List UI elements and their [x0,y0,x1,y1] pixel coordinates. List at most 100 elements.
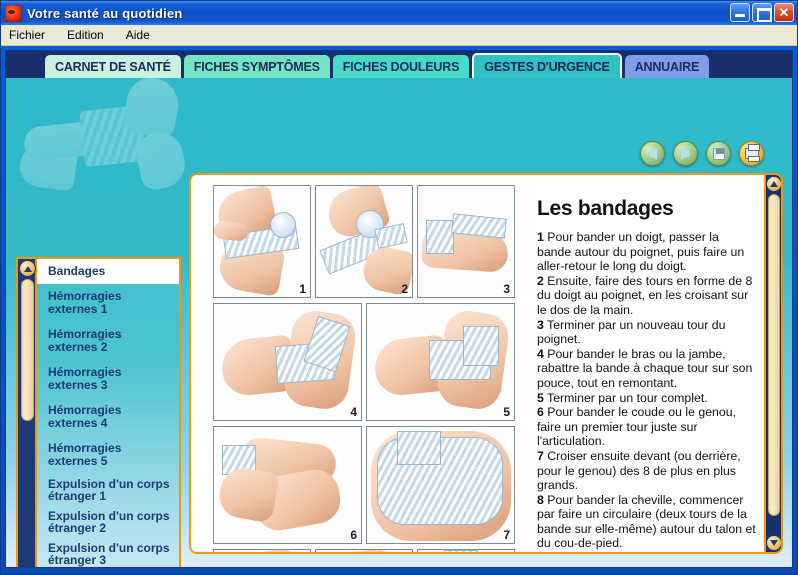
forward-button[interactable] [673,141,698,166]
minimize-button[interactable] [730,3,750,22]
sidebar-item-hemorragies-externes-2[interactable]: Hémorragies externes 2 [37,322,179,360]
step-7: 7 Croiser ensuite devant (ou derrière, p… [537,449,756,493]
step-text: Croiser ensuite devant (ou derrière, pou… [537,448,741,493]
figure-number: 7 [503,528,510,542]
figure-7[interactable]: 7 [366,426,515,544]
step-number: 4 [537,346,544,361]
bandage-photo [17,78,205,190]
step-text: Croiser ensuite des 8 devant, tout en re… [537,551,748,552]
step-number: 6 [537,405,544,420]
save-button[interactable] [706,141,731,166]
step-8: 8 Pour bander la cheville, commencer par… [537,493,756,551]
application-window: Votre santé au quotidien Fichier Edition… [0,0,798,575]
figure-number: 5 [503,405,510,419]
sidebar-scroll-up-button[interactable] [19,260,36,277]
navigation-toolbar [640,141,764,166]
tab-fiches-symptomes[interactable]: FICHES SYMPTÔMES [183,55,330,78]
content-panel: 1 2 3 4 5 6 7 Les bandages 1 Pour bander… [189,173,783,554]
step-4: 4 Pour bander le bras ou la jambe, rabat… [537,347,756,391]
chevron-up-icon [770,181,778,187]
figure-2[interactable]: 2 [315,185,413,298]
step-text: Terminer par un tour complet. [547,390,708,405]
step-1: 1 Pour bander un doigt, passer la bande … [537,230,756,274]
sidebar-item-expulsion-corps-etranger-2[interactable]: Expulsion d'un corps étranger 2 [37,506,179,538]
arrow-right-icon [681,147,690,160]
window-title: Votre santé au quotidien [27,5,183,21]
instruction-steps: 1 Pour bander un doigt, passer la bande … [537,230,756,552]
sidebar-list: Bandages Hémorragies externes 1 Hémorrag… [37,259,179,567]
app-panel: CARNET DE SANTÉ FICHES SYMPTÔMES FICHES … [5,50,793,568]
step-number: 9 [537,551,544,552]
step-number: 7 [537,448,544,463]
page-title: Les bandages [537,197,674,220]
step-6: 6 Pour bander le coude ou le genou, fair… [537,405,756,449]
title-bar: Votre santé au quotidien [1,1,797,25]
figure-1[interactable]: 1 [213,185,311,298]
figure-3[interactable]: 3 [417,185,515,298]
floppy-disk-icon [712,147,725,160]
step-2: 2 Ensuite, faire des tours en forme de 8… [537,274,756,318]
tab-carnet-de-sante[interactable]: CARNET DE SANTÉ [45,55,181,78]
figure-grid: 1 2 3 4 5 6 7 [213,185,529,552]
menu-item-edition[interactable]: Edition [67,26,115,44]
step-text: Pour bander la cheville, commencer par f… [537,492,756,551]
step-text: Pour bander le bras ou la jambe, rabattr… [537,346,753,390]
sidebar-scrollbar-thumb[interactable] [21,279,34,421]
content-scroll-up-button[interactable] [766,176,781,192]
app-icon [5,4,22,22]
menu-item-fichier[interactable]: Fichier [9,26,56,44]
figure-number: 3 [503,282,510,296]
tab-bar: CARNET DE SANTÉ FICHES SYMPTÔMES FICHES … [6,51,792,78]
window-client-area: CARNET DE SANTÉ FICHES SYMPTÔMES FICHES … [1,46,797,574]
figure-number: 2 [401,282,408,296]
step-text: Ensuite, faire des tours en forme de 8 d… [537,273,753,317]
menu-item-aide[interactable]: Aide [126,26,161,44]
content-scrollbar-thumb[interactable] [768,194,780,516]
topic-sidebar: Bandages Hémorragies externes 1 Hémorrag… [16,257,181,567]
content-scroll-down-button[interactable] [766,535,781,551]
tab-fiches-douleurs[interactable]: FICHES DOULEURS [332,55,470,78]
sidebar-item-expulsion-corps-etranger-1[interactable]: Expulsion d'un corps étranger 1 [37,474,179,506]
figure-9[interactable] [315,549,413,552]
sidebar-scrollbar[interactable] [18,259,37,567]
figure-6[interactable]: 6 [213,426,362,544]
content-inner: 1 2 3 4 5 6 7 Les bandages 1 Pour bander… [191,175,764,552]
chevron-up-icon [23,265,32,272]
arrow-left-icon [648,147,657,160]
menu-bar: Fichier Edition Aide [1,25,797,46]
step-number: 5 [537,390,544,405]
content-scrollbar[interactable] [764,175,781,552]
step-text: Pour bander un doigt, passer la bande au… [537,230,745,274]
figure-8[interactable] [213,549,311,552]
step-number: 3 [537,317,544,332]
step-3: 3 Terminer par un nouveau tour du poigne… [537,318,756,347]
sidebar-item-expulsion-corps-etranger-3[interactable]: Expulsion d'un corps étranger 3 [37,538,179,567]
sidebar-item-hemorragies-externes-1[interactable]: Hémorragies externes 1 [37,284,179,322]
printer-icon [744,144,760,162]
sidebar-item-hemorragies-externes-3[interactable]: Hémorragies externes 3 [37,360,179,398]
figure-10[interactable] [417,549,515,552]
window-controls [730,3,794,22]
sidebar-item-hemorragies-externes-5[interactable]: Hémorragies externes 5 [37,436,179,474]
step-number: 1 [537,230,544,244]
sidebar-item-bandages[interactable]: Bandages [37,259,179,284]
step-text: Terminer par un nouveau tour du poignet. [537,317,726,347]
figure-4[interactable]: 4 [213,303,362,421]
step-number: 8 [537,492,544,507]
print-button[interactable] [739,141,764,166]
step-text: Pour bander le coude ou le genou, faire … [537,405,736,449]
close-button[interactable] [774,3,794,22]
figure-5[interactable]: 5 [366,303,515,421]
tab-gestes-durgence[interactable]: GESTES D'URGENCE [472,53,622,78]
tab-annuaire[interactable]: ANNUAIRE [624,55,710,78]
sidebar-item-hemorragies-externes-4[interactable]: Hémorragies externes 4 [37,398,179,436]
maximize-button[interactable] [752,3,772,22]
chevron-down-icon [770,540,778,546]
figure-number: 6 [350,528,357,542]
back-button[interactable] [640,141,665,166]
step-9: 9 Croiser ensuite des 8 devant, tout en … [537,551,756,552]
step-number: 2 [537,273,544,288]
figure-number: 1 [299,282,306,296]
figure-number: 4 [350,405,357,419]
step-5: 5 Terminer par un tour complet. [537,391,756,406]
